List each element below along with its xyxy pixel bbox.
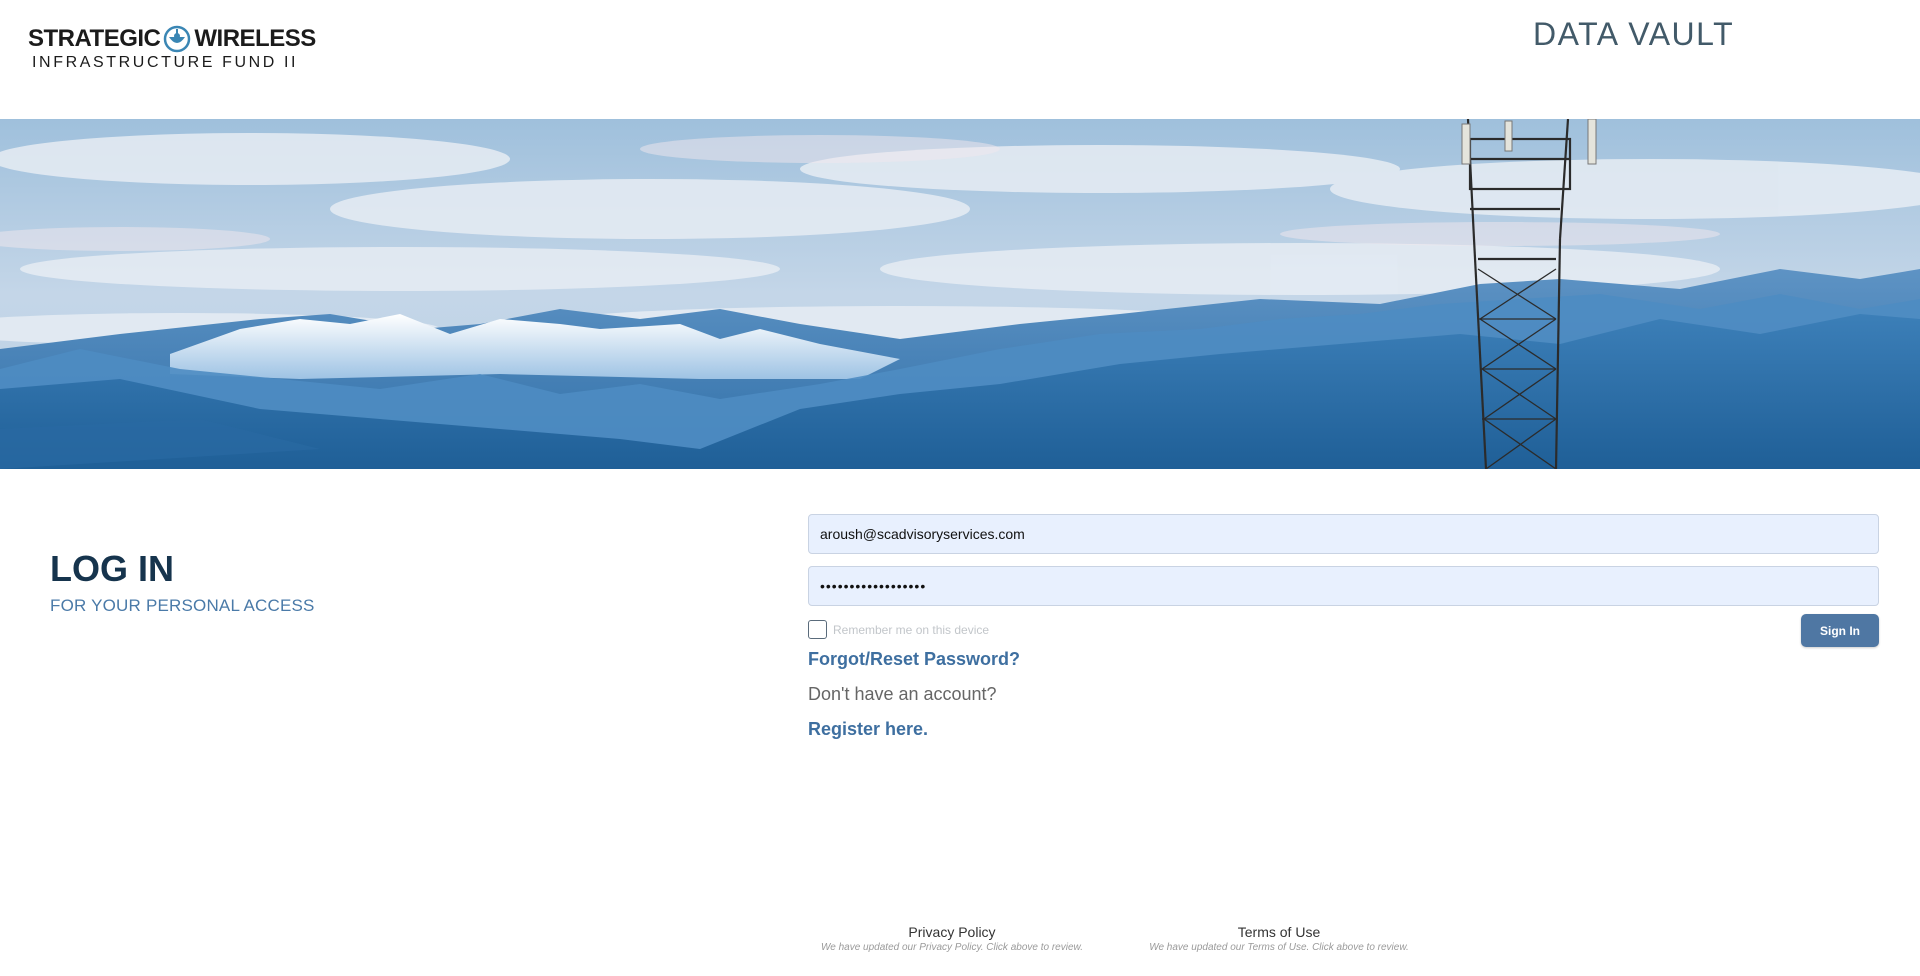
password-field[interactable] [808,566,1879,606]
footer-terms: Terms of Use We have updated our Terms o… [1134,923,1424,953]
mountain-cell-tower-banner [0,119,1920,469]
logo-line2: INFRASTRUCTURE FUND II [32,54,299,71]
site-header: STRATEGIC WIRELESS INFRASTRUCTURE FUND I… [0,0,1920,119]
login-subheading: FOR YOUR PERSONAL ACCESS [50,596,315,615]
logo-line1: STRATEGIC WIRELESS [28,24,316,54]
privacy-policy-note: We have updated our Privacy Policy. Clic… [821,942,1083,953]
privacy-policy-link[interactable]: Privacy Policy [807,923,1097,941]
remember-me-label: Remember me on this device [833,622,990,637]
register-link[interactable]: Register here. [808,719,928,740]
sign-in-button[interactable]: Sign In [1801,614,1879,647]
login-heading: LOG IN [50,548,174,589]
footer-privacy: Privacy Policy We have updated our Priva… [807,923,1097,953]
fund-logo[interactable]: STRATEGIC WIRELESS INFRASTRUCTURE FUND I… [28,24,316,74]
logo-word-strategic: STRATEGIC [28,25,161,52]
terms-of-use-link[interactable]: Terms of Use [1134,923,1424,941]
site-title: DATA VAULT [1533,16,1735,52]
remember-me-checkbox[interactable] [808,620,827,639]
email-field[interactable] [808,514,1879,554]
terms-of-use-note: We have updated our Terms of Use. Click … [1149,942,1409,953]
logo-word-wireless: WIRELESS [194,25,316,52]
forgot-password-link[interactable]: Forgot/Reset Password? [808,649,1020,670]
remember-me: Remember me on this device [808,620,989,639]
no-account-text: Don't have an account? [808,684,997,704]
eye-antenna-logo-icon [164,25,191,53]
